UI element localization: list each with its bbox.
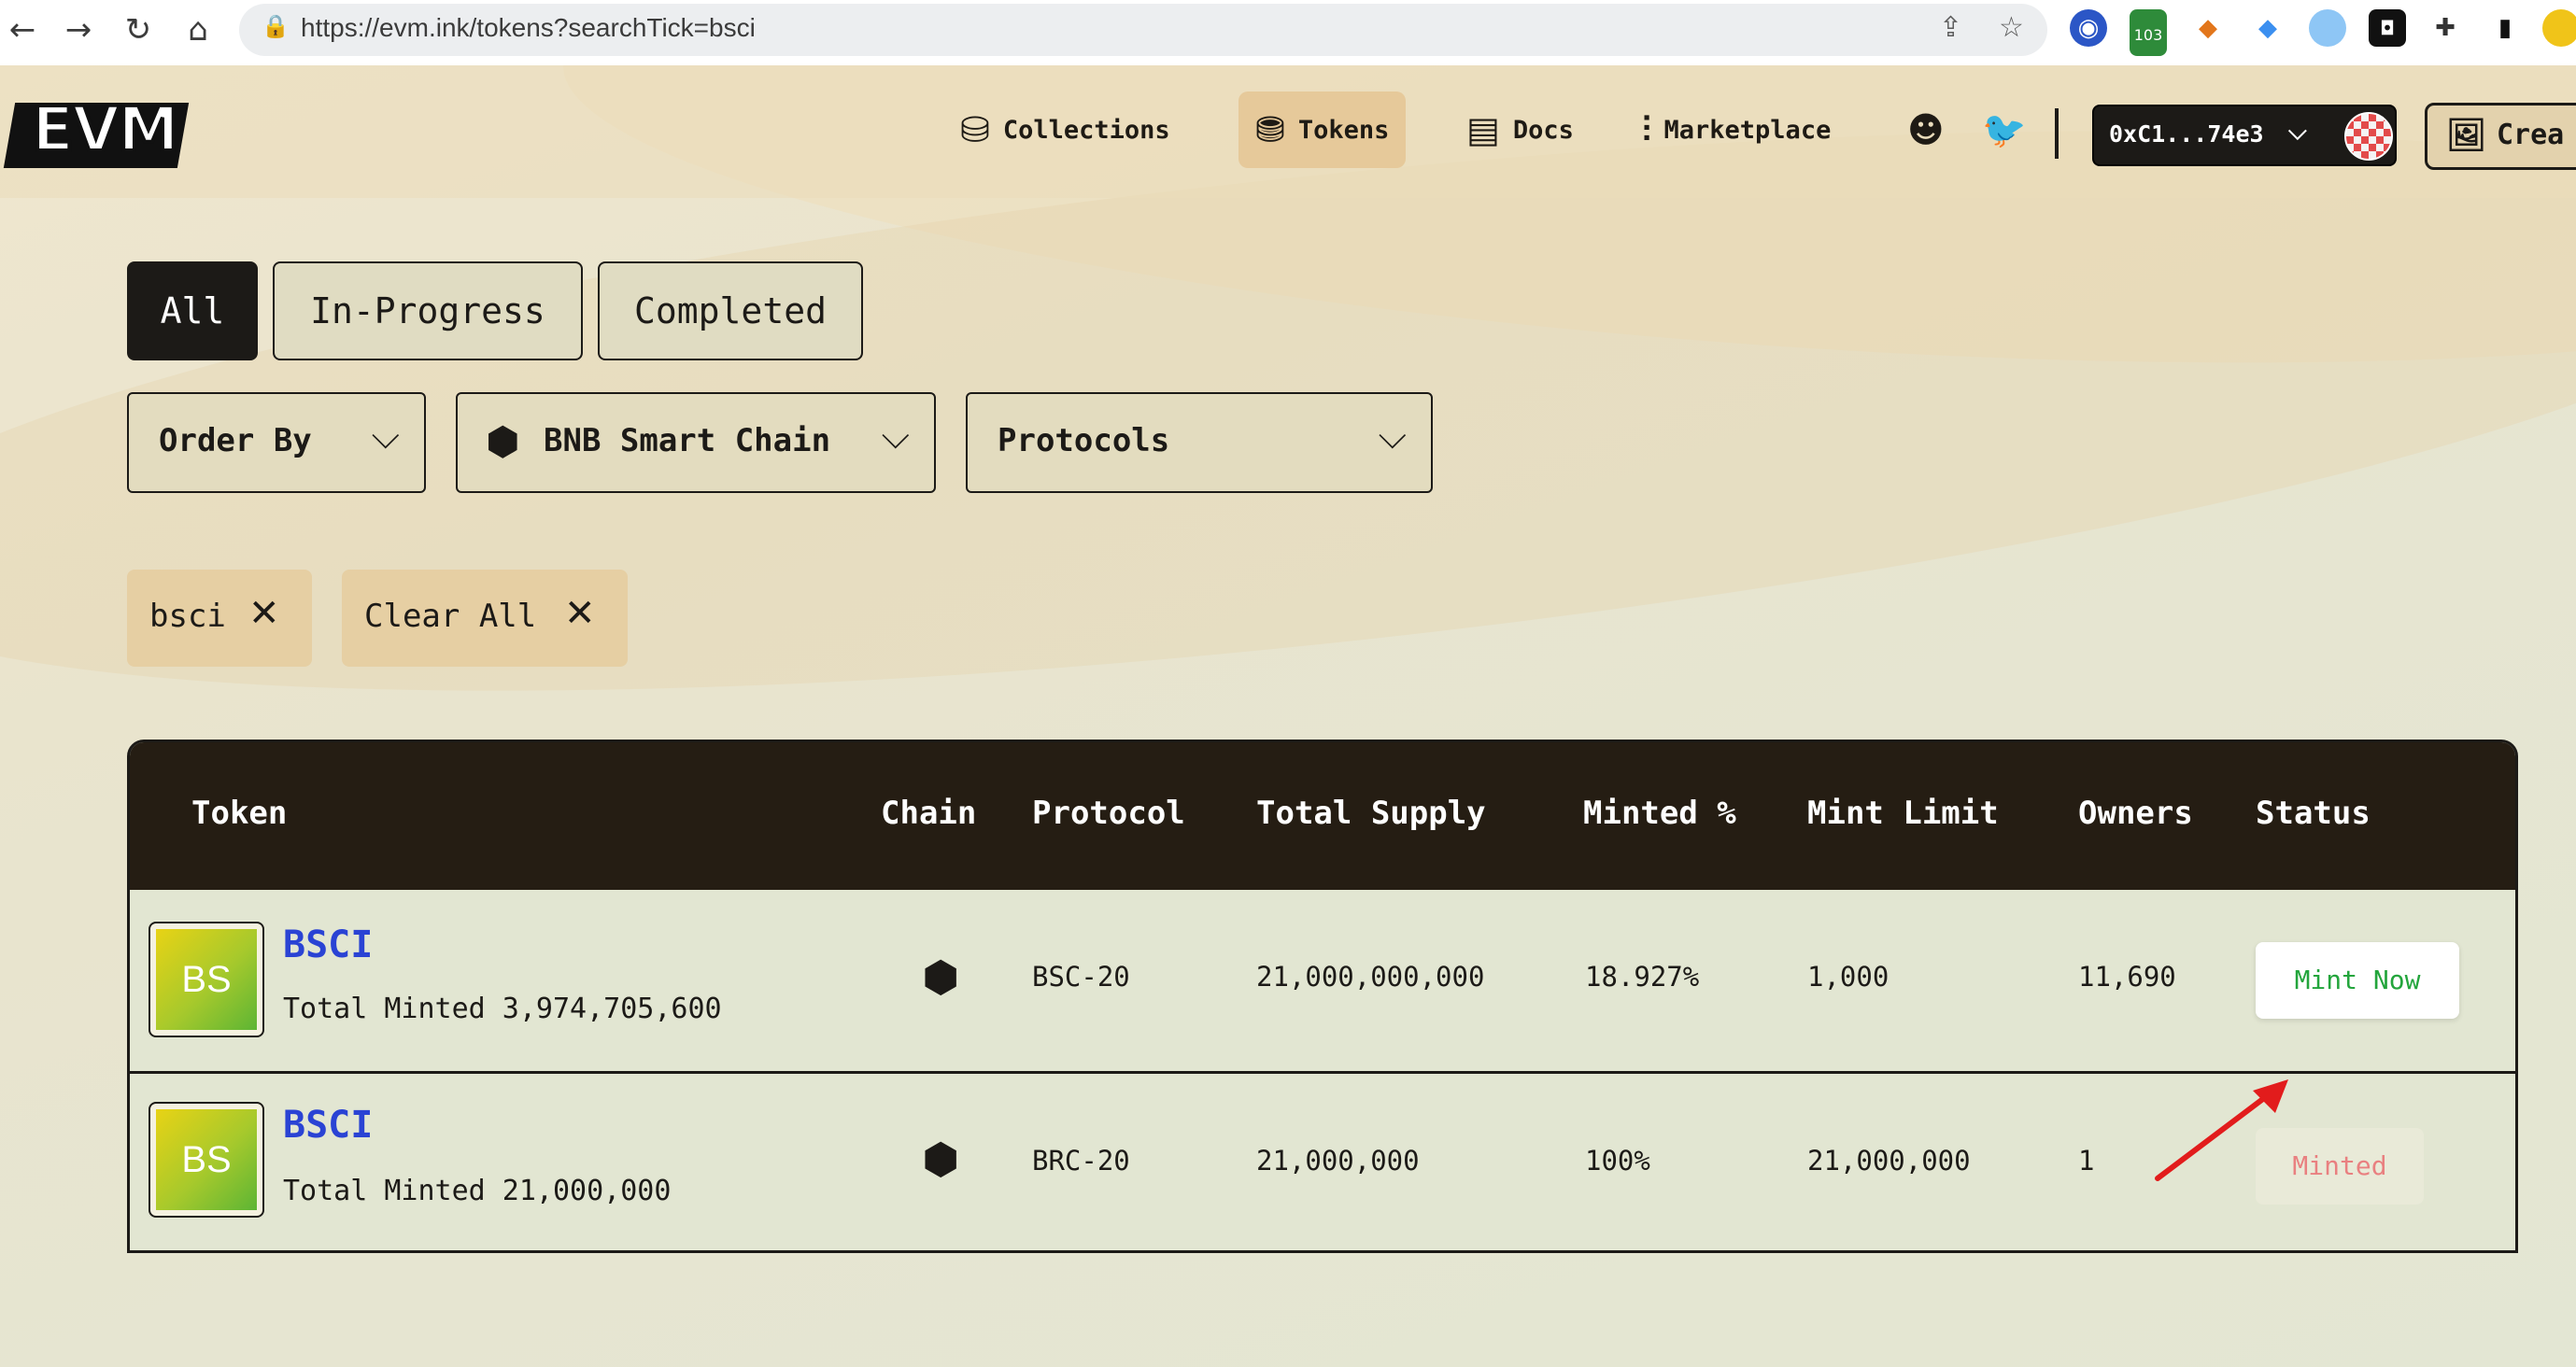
total-supply-cell: 21,000,000,000 (1256, 961, 1485, 993)
twitter-link[interactable]: 🐦 (1965, 92, 2043, 168)
wallet-button[interactable]: 0xC1...74e3 ⌵ (2092, 105, 2397, 166)
token-icon: BS (149, 1102, 264, 1218)
extension-badge: 103 (2133, 26, 2163, 44)
mint-limit-cell: 21,000,000 (1807, 1145, 1971, 1177)
token-icon-text: BS (156, 929, 257, 1030)
bnb-chain-icon: ⬢ (486, 418, 520, 464)
chevron-down-icon: ⌵ (881, 415, 910, 458)
tab-completed[interactable]: Completed (598, 261, 863, 360)
square-extension-icon[interactable]: ◘ (2369, 9, 2406, 47)
minted-pct-cell: 18.927% (1585, 961, 1700, 993)
book-icon: ▤ (1466, 109, 1500, 150)
chain-select[interactable]: ⬢ BNB Smart Chain ⌵ (456, 392, 936, 493)
column-owners[interactable]: Owners (2078, 795, 2193, 832)
home-icon[interactable]: ⌂ (177, 9, 219, 50)
owners-cell: 11,690 (2078, 961, 2176, 993)
browser-toolbar: ← → ↻ ⌂ 🔒 https://evm.ink/tokens?searchT… (0, 0, 2576, 66)
create-button[interactable]: 🖼 Crea (2425, 103, 2576, 170)
column-protocol[interactable]: Protocol (1032, 795, 1185, 832)
nav-marketplace-label: Marketplace (1663, 115, 1832, 145)
nav-tokens[interactable]: ⛃ Tokens (1238, 92, 1407, 168)
sidebar-toggle-icon[interactable]: ▮ (2486, 9, 2524, 47)
table-row[interactable]: BS BSCI Total Minted 3,974,705,600 ⬢ BSC… (130, 890, 2515, 1074)
token-name-link[interactable]: BSCI (283, 923, 373, 966)
column-minted-pct[interactable]: Minted % (1583, 795, 1736, 832)
badge-extension-icon[interactable]: 103 (2130, 9, 2167, 56)
puzzle-extensions-icon[interactable]: ✚ (2427, 9, 2464, 47)
nav-divider (2055, 108, 2059, 159)
minted-pct-cell: 100% (1585, 1145, 1650, 1177)
create-label: Crea (2497, 119, 2565, 151)
back-icon[interactable]: ← (2, 9, 43, 50)
column-total-supply[interactable]: Total Supply (1256, 795, 1486, 832)
clear-all-chip[interactable]: Clear All ✕ (342, 570, 628, 667)
twitter-icon: 🐦 (1982, 108, 2027, 150)
evm-logo[interactable]: EVM (3, 92, 190, 170)
bnb-chain-icon: ⬢ (922, 1134, 960, 1184)
search-chip-label: bsci (149, 598, 226, 635)
column-mint-limit[interactable]: Mint Limit (1807, 795, 1999, 832)
lock-icon: 🔒 (262, 13, 290, 39)
hexagon-extension-icon[interactable] (2309, 9, 2346, 47)
nav-docs[interactable]: ▤ Docs (1450, 92, 1591, 168)
tab-all[interactable]: All (127, 261, 258, 360)
nav-collections[interactable]: ⛁ Collections (943, 92, 1187, 168)
image-icon: 🖼 (2446, 117, 2487, 154)
protocol-cell: BRC-20 (1032, 1145, 1130, 1177)
chevron-down-icon: ⌵ (2288, 118, 2307, 146)
url-text[interactable]: https://evm.ink/tokens?searchTick=bsci (301, 13, 756, 43)
logo-text: EVM (30, 92, 181, 167)
order-by-label: Order By (159, 422, 312, 459)
nav-tokens-label: Tokens (1297, 115, 1390, 145)
share-icon[interactable]: ⇪ (1939, 11, 1962, 44)
protocols-select[interactable]: Protocols ⌵ (966, 392, 1433, 493)
discord-icon: ☻ (1907, 109, 1945, 150)
protocols-label: Protocols (998, 422, 1170, 459)
close-icon[interactable]: ✕ (248, 592, 280, 635)
metamask-fox-icon[interactable]: ◆ (2189, 9, 2227, 47)
order-by-select[interactable]: Order By ⌵ (127, 392, 426, 493)
tab-in-progress[interactable]: In-Progress (273, 261, 583, 360)
database-icon: ⛃ (1255, 109, 1285, 150)
nav-collections-label: Collections (1002, 115, 1170, 145)
globe-extension-icon[interactable]: ◉ (2070, 9, 2107, 47)
mint-now-button[interactable]: Mint Now (2256, 942, 2459, 1019)
token-name-link[interactable]: BSCI (283, 1104, 373, 1147)
page-content: EVM ⛁ Collections ⛃ Tokens ▤ Docs ⫶ Mark… (0, 65, 2576, 1367)
profile-avatar[interactable] (2542, 9, 2576, 47)
forward-icon[interactable]: → (58, 9, 99, 50)
clear-all-label: Clear All (364, 598, 537, 635)
chevron-down-icon: ⌵ (1378, 415, 1407, 458)
table-header: Token Chain Protocol Total Supply Minted… (130, 742, 2515, 890)
annotation-arrow-icon (2155, 1079, 2288, 1181)
discord-link[interactable]: ☻ (1890, 92, 1961, 168)
column-status[interactable]: Status (2256, 795, 2371, 832)
nav-marketplace[interactable]: ⫶ Marketplace (1625, 92, 1847, 168)
chain-label: BNB Smart Chain (544, 422, 831, 459)
chevron-down-icon: ⌵ (371, 415, 400, 458)
token-icon: BS (149, 922, 264, 1037)
wallet-avatar (2344, 112, 2393, 161)
bnb-chain-icon: ⬢ (922, 951, 960, 1002)
wallet-address: 0xC1...74e3 (2109, 120, 2264, 148)
diamond-extension-icon[interactable]: ◆ (2249, 9, 2286, 47)
bookmark-star-icon[interactable]: ☆ (1999, 11, 2024, 44)
address-bar[interactable]: 🔒 https://evm.ink/tokens?searchTick=bsci… (239, 4, 2047, 56)
token-total-minted: Total Minted 21,000,000 (283, 1175, 672, 1207)
total-supply-cell: 21,000,000 (1256, 1145, 1420, 1177)
nav-docs-label: Docs (1512, 115, 1574, 145)
protocol-cell: BSC-20 (1032, 961, 1130, 993)
search-filter-chip[interactable]: bsci ✕ (127, 570, 312, 667)
column-token[interactable]: Token (191, 795, 287, 832)
token-total-minted: Total Minted 3,974,705,600 (283, 993, 722, 1025)
coins-stack-icon: ⛁ (960, 109, 990, 150)
candlestick-chart-icon: ⫶ (1642, 108, 1651, 150)
mint-limit-cell: 1,000 (1807, 961, 1890, 993)
token-icon-text: BS (156, 1109, 257, 1210)
close-icon[interactable]: ✕ (564, 592, 596, 635)
reload-icon[interactable]: ↻ (118, 9, 159, 50)
owners-cell: 1 (2078, 1145, 2095, 1177)
column-chain[interactable]: Chain (881, 795, 976, 832)
